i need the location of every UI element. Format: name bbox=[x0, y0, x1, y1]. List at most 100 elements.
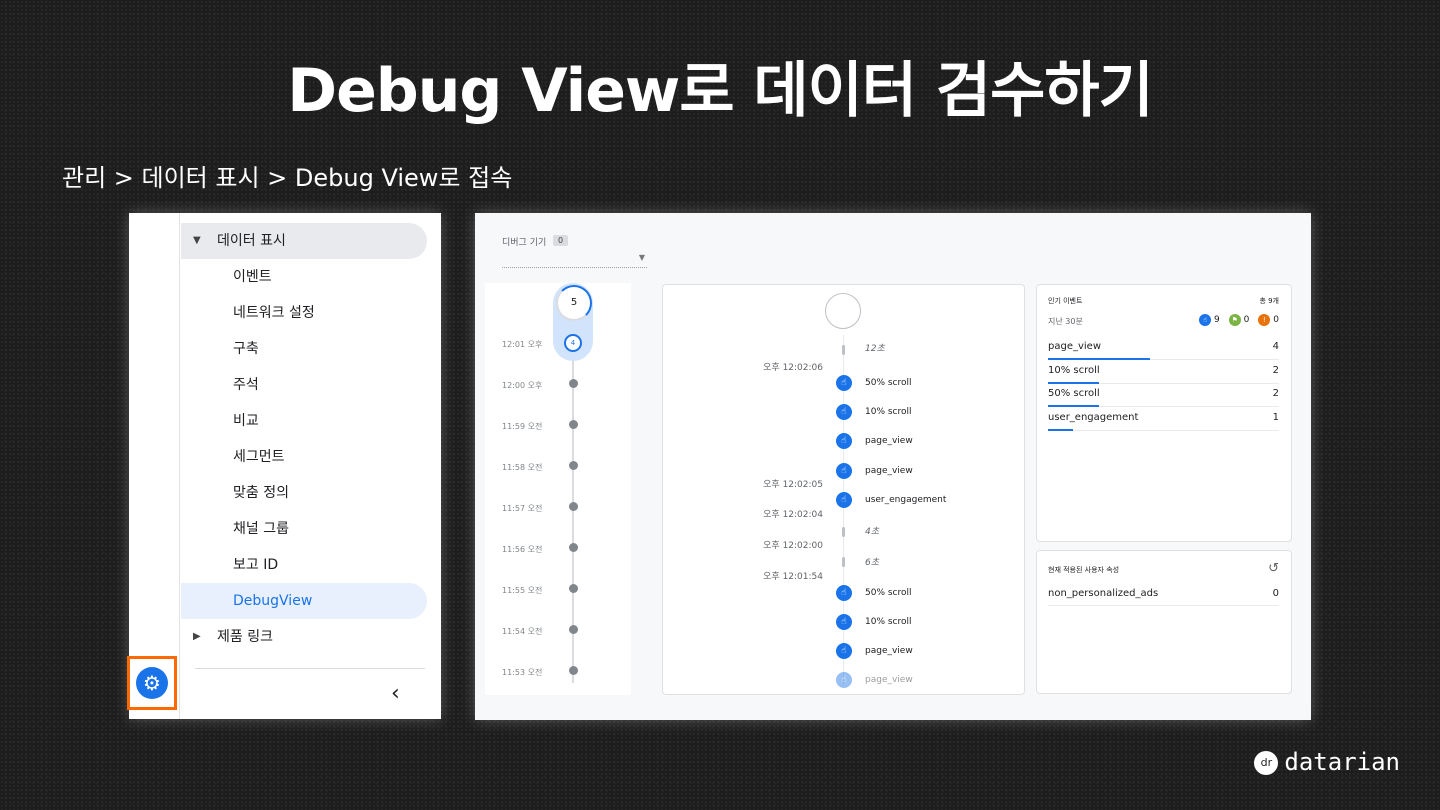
second-timestamp: 오후 12:02:04 bbox=[763, 510, 823, 520]
nav-item-label: DebugView bbox=[233, 593, 313, 609]
top-event-row[interactable]: 50% scroll 2 bbox=[1048, 384, 1279, 407]
top-event-count: 4 bbox=[1272, 341, 1279, 352]
debug-device-select[interactable]: ▼ bbox=[502, 251, 647, 268]
minute-dot[interactable] bbox=[569, 502, 578, 511]
second-timestamp: 오후 12:02:00 bbox=[763, 541, 823, 551]
settings-highlight: ⚙ bbox=[127, 656, 177, 710]
nav-item-segments[interactable]: 세그먼트 bbox=[181, 439, 427, 475]
top-event-count: 1 bbox=[1272, 411, 1279, 423]
minute-label: 11:59 오전 bbox=[502, 422, 543, 431]
gap-label: 4초 bbox=[865, 527, 880, 537]
top-events-total: 총 9개 bbox=[1259, 297, 1279, 305]
top-event-count: 2 bbox=[1272, 388, 1279, 399]
chevron-left-icon[interactable]: ‹ bbox=[391, 681, 400, 706]
nav-rail bbox=[129, 213, 180, 719]
gap-marker bbox=[842, 345, 845, 355]
nav-item-annotations[interactable]: 주석 bbox=[181, 367, 427, 403]
event-count-icon: ☝ bbox=[1199, 314, 1212, 326]
breadcrumb: 관리 > 데이터 표시 > Debug View로 접속 bbox=[62, 164, 513, 192]
top-event-bar bbox=[1048, 428, 1073, 431]
event-icon[interactable]: ☝ bbox=[836, 463, 852, 479]
event-icon[interactable]: ☝ bbox=[836, 614, 852, 630]
history-icon[interactable]: ↺ bbox=[1268, 561, 1279, 576]
conversion-flag-icon: ⚑ bbox=[1228, 314, 1241, 326]
event-label[interactable]: 50% scroll bbox=[865, 588, 912, 598]
event-icon[interactable]: ☝ bbox=[836, 672, 852, 688]
minute-dot[interactable] bbox=[569, 584, 578, 593]
conversion-count: 0 bbox=[1243, 315, 1250, 325]
minute-dot[interactable] bbox=[569, 379, 578, 388]
nav-item-compare[interactable]: 비교 bbox=[181, 403, 427, 439]
top-event-count: 2 bbox=[1272, 364, 1279, 376]
minute-label: 11:54 오전 bbox=[502, 627, 543, 636]
nav-section-product-links[interactable]: ▶ 제품 링크 bbox=[181, 619, 427, 655]
nav-item-network-settings[interactable]: 네트워크 설정 bbox=[181, 295, 427, 331]
minutes-top-count[interactable]: 5 bbox=[556, 285, 592, 321]
event-label[interactable]: 10% scroll bbox=[865, 617, 912, 627]
nav-item-label: 맞춤 정의 bbox=[233, 485, 289, 501]
event-label[interactable]: page_view bbox=[865, 436, 913, 446]
minute-dot[interactable] bbox=[569, 461, 578, 470]
event-icon[interactable]: ☝ bbox=[836, 585, 852, 601]
error-icon: ! bbox=[1258, 314, 1271, 326]
event-label[interactable]: page_view bbox=[865, 646, 913, 656]
dropdown-arrow-icon: ▼ bbox=[638, 253, 645, 262]
event-icon[interactable]: ☝ bbox=[836, 375, 852, 391]
user-property-name: non_personalized_ads bbox=[1048, 588, 1159, 599]
nav-item-build[interactable]: 구축 bbox=[181, 331, 427, 367]
nav-section-data-display[interactable]: ▼ 데이터 표시 bbox=[181, 223, 427, 259]
event-label[interactable]: 50% scroll bbox=[865, 378, 912, 388]
nav-item-label: 비교 bbox=[233, 413, 259, 429]
debugview-panel: 디버그 기기 0 ▼ 5 4 12:01 오후 12:00 오후 11:59 오… bbox=[475, 213, 1311, 720]
second-timestamp: 오후 12:01:54 bbox=[763, 572, 823, 582]
minute-dot[interactable] bbox=[569, 625, 578, 634]
minute-label: 12:01 오후 bbox=[502, 340, 543, 349]
nav-item-report-id[interactable]: 보고 ID bbox=[181, 547, 427, 583]
event-icon[interactable]: ☝ bbox=[836, 404, 852, 420]
nav-item-channel-groups[interactable]: 채널 그룹 bbox=[181, 511, 427, 547]
datarian-logo: dr datarian bbox=[1254, 748, 1400, 776]
user-property-value: 0 bbox=[1272, 588, 1279, 599]
top-event-row[interactable]: page_view 4 bbox=[1048, 337, 1279, 360]
minute-label: 12:00 오후 bbox=[502, 381, 543, 390]
minute-label: 11:56 오전 bbox=[502, 545, 543, 554]
event-label[interactable]: page_view bbox=[865, 675, 913, 685]
caret-right-icon: ▶ bbox=[193, 631, 201, 642]
gap-label: 12초 bbox=[865, 344, 885, 354]
event-icon[interactable]: ☝ bbox=[836, 643, 852, 659]
event-label[interactable]: page_view bbox=[865, 466, 913, 476]
nav-item-label: 세그먼트 bbox=[233, 449, 285, 465]
seconds-top-circle bbox=[825, 293, 861, 329]
second-timestamp: 오후 12:02:05 bbox=[763, 480, 823, 490]
gear-icon[interactable]: ⚙ bbox=[136, 667, 168, 699]
user-properties-title: 현재 적용된 사용자 속성 bbox=[1048, 566, 1120, 574]
nav-item-debugview[interactable]: DebugView bbox=[181, 583, 427, 619]
minute-label: 11:53 오전 bbox=[502, 668, 543, 677]
user-property-row[interactable]: non_personalized_ads 0 bbox=[1048, 585, 1279, 606]
user-properties-card: 현재 적용된 사용자 속성 ↺ non_personalized_ads 0 bbox=[1036, 550, 1292, 694]
top-event-row[interactable]: 10% scroll 2 bbox=[1048, 361, 1279, 384]
event-icon[interactable]: ☝ bbox=[836, 433, 852, 449]
caret-down-icon: ▼ bbox=[193, 235, 201, 246]
minute-dot[interactable] bbox=[569, 420, 578, 429]
top-event-row[interactable]: user_engagement 1 bbox=[1048, 408, 1279, 431]
top-event-name: page_view bbox=[1048, 341, 1102, 352]
logo-badge: dr bbox=[1254, 751, 1279, 775]
nav-section-label: 제품 링크 bbox=[217, 629, 273, 645]
event-icon[interactable]: ☝ bbox=[836, 492, 852, 508]
event-label[interactable]: 10% scroll bbox=[865, 407, 912, 417]
second-timestamp: 오후 12:02:06 bbox=[763, 363, 823, 373]
seconds-stream: 12초 오후 12:02:06 ☝ 50% scroll ☝ 10% scrol… bbox=[662, 284, 1025, 695]
nav-item-custom-definitions[interactable]: 맞춤 정의 bbox=[181, 475, 427, 511]
minute-dot[interactable] bbox=[569, 666, 578, 675]
top-events-period: 지난 30분 bbox=[1048, 317, 1083, 326]
nav-item-label: 구축 bbox=[233, 341, 259, 357]
event-label[interactable]: user_engagement bbox=[865, 495, 946, 505]
top-event-name: 10% scroll bbox=[1048, 364, 1100, 376]
event-count: 9 bbox=[1214, 315, 1220, 325]
nav-item-events[interactable]: 이벤트 bbox=[181, 259, 427, 295]
minute-dot[interactable] bbox=[569, 543, 578, 552]
debug-device-count: 0 bbox=[553, 235, 569, 246]
nav-item-label: 이벤트 bbox=[233, 269, 272, 285]
minutes-current-count[interactable]: 4 bbox=[564, 334, 582, 352]
